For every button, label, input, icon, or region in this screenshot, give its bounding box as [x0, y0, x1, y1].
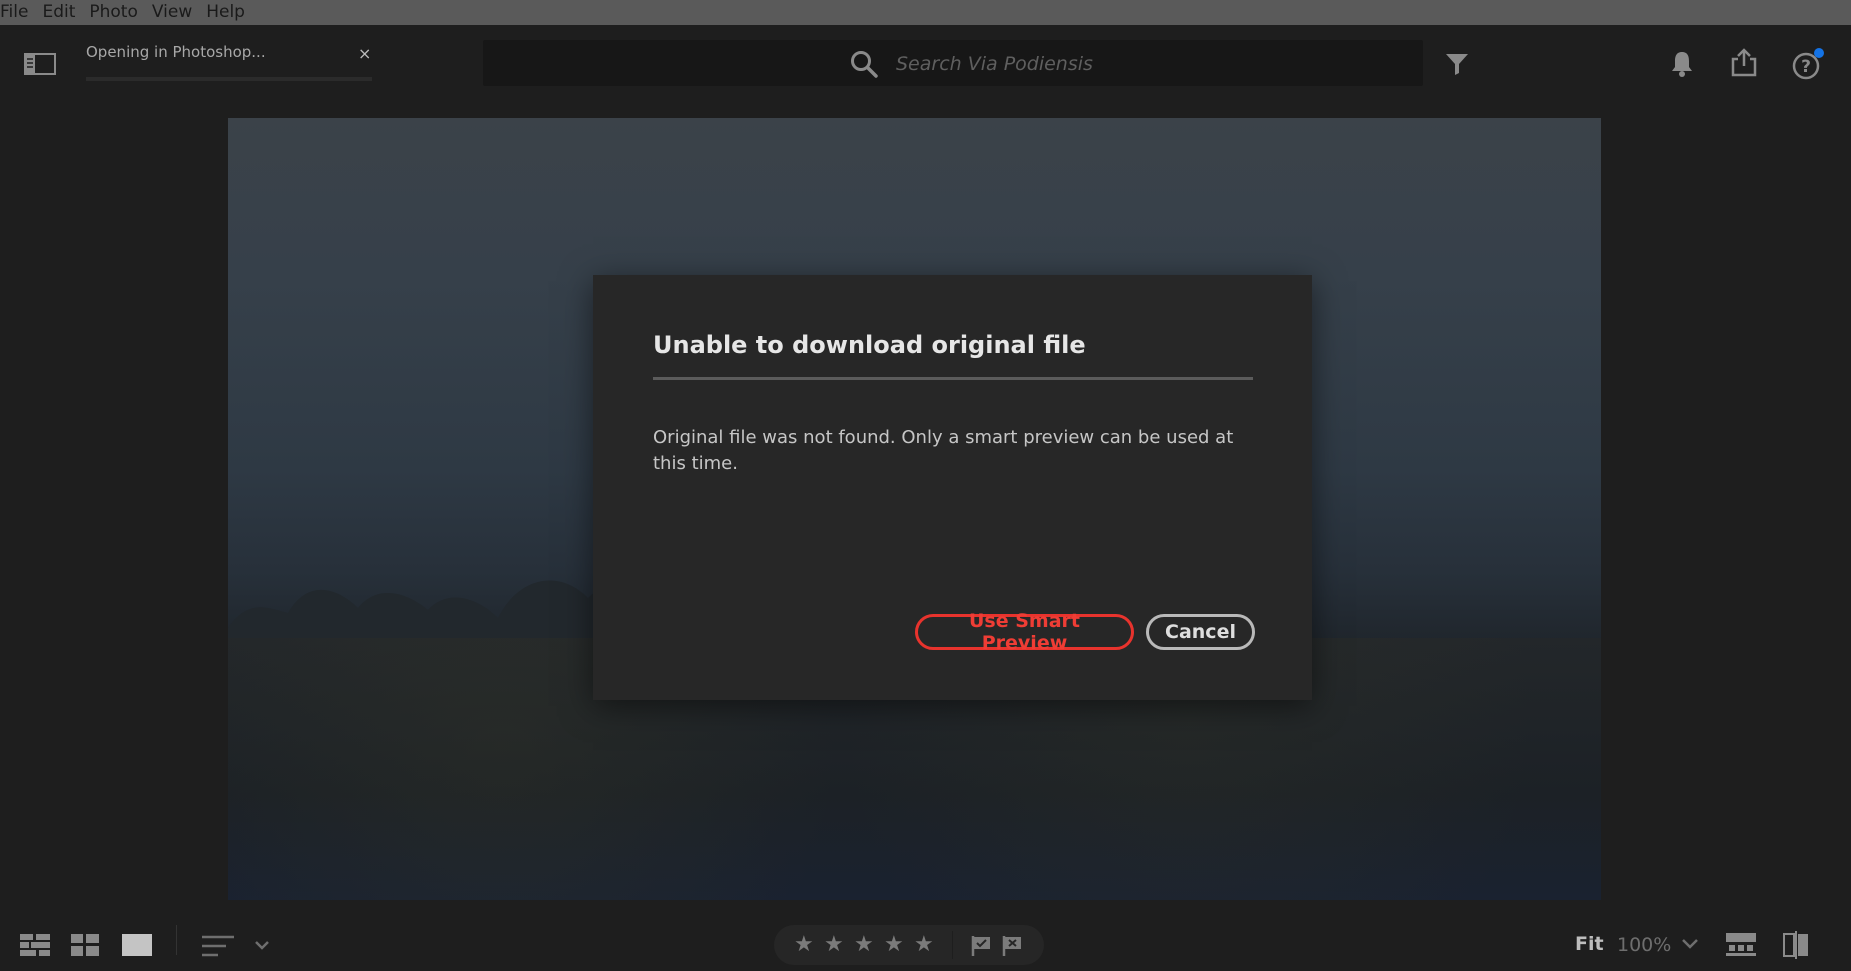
flag-pick-icon[interactable]	[971, 935, 993, 957]
fit-zoom-button[interactable]: Fit	[1575, 933, 1604, 955]
panel-toggle-icon[interactable]	[24, 52, 56, 76]
error-dialog: Unable to download original file Origina…	[593, 275, 1312, 700]
filmstrip-icon[interactable]	[1726, 933, 1756, 957]
flag-reject-icon[interactable]	[1002, 935, 1024, 957]
menu-view[interactable]: View	[145, 0, 199, 25]
dialog-message: Original file was not found. Only a smar…	[653, 427, 1234, 474]
menu-help[interactable]: Help	[199, 0, 252, 25]
bell-icon[interactable]	[1670, 50, 1694, 78]
square-grid-icon[interactable]	[20, 934, 50, 956]
menu-photo[interactable]: Photo	[82, 0, 145, 25]
search-icon	[851, 51, 878, 78]
rating-divider	[952, 931, 953, 959]
chevron-down-icon[interactable]	[1681, 937, 1699, 951]
toolbar-divider	[176, 925, 177, 955]
dialog-title: Unable to download original file	[653, 331, 1086, 359]
share-icon[interactable]	[1729, 47, 1759, 77]
top-toolbar: Opening in Photoshop... × ?	[0, 25, 1851, 101]
tab-label: Opening in Photoshop...	[86, 43, 266, 61]
star-4[interactable]: ★	[884, 934, 904, 956]
bottom-toolbar: ★ ★ ★ ★ ★ Fit 100%	[0, 907, 1851, 971]
svg-text:?: ?	[1801, 57, 1811, 77]
search-input[interactable]	[894, 48, 1298, 80]
use-smart-preview-button[interactable]: Use Smart Preview	[915, 610, 1134, 654]
menu-file[interactable]: File	[0, 0, 35, 25]
dialog-divider	[653, 377, 1253, 380]
detail-view-icon[interactable]	[122, 934, 152, 956]
filter-icon[interactable]	[1445, 52, 1469, 76]
close-icon[interactable]: ×	[358, 44, 371, 63]
help-icon[interactable]: ?	[1791, 47, 1825, 81]
star-3[interactable]: ★	[854, 934, 874, 956]
compare-icon[interactable]	[1783, 931, 1809, 959]
menu-bar: File Edit Photo View Help	[0, 0, 1851, 25]
menu-edit[interactable]: Edit	[35, 0, 82, 25]
photo-grid-icon[interactable]	[71, 934, 99, 956]
sort-icon[interactable]	[202, 935, 234, 957]
zoom-level[interactable]: 100%	[1617, 934, 1671, 956]
opening-tab[interactable]: Opening in Photoshop... ×	[86, 43, 372, 83]
star-1[interactable]: ★	[794, 934, 814, 956]
cancel-button[interactable]: Cancel	[1146, 614, 1255, 650]
chevron-down-icon[interactable]	[254, 939, 270, 951]
star-2[interactable]: ★	[824, 934, 844, 956]
search-box[interactable]	[483, 40, 1423, 86]
tab-progress-bar	[86, 77, 372, 81]
rating-flag-bar: ★ ★ ★ ★ ★	[774, 925, 1044, 965]
star-5[interactable]: ★	[914, 934, 934, 956]
